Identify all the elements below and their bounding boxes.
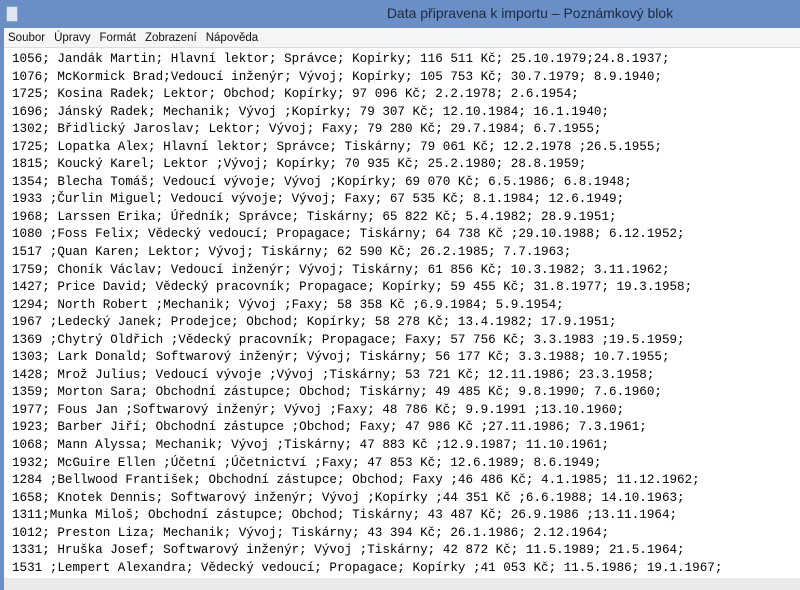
text-line: 1354; Blecha Tomáš; Vedoucí vývoje; Vývo… [12,174,632,189]
text-line: 1294; North Robert ;Mechanik; Vývoj ;Fax… [12,297,564,312]
text-editor[interactable]: 1056; Jandák Martin; Hlavní lektor; Sprá… [4,48,800,578]
text-line: 1080 ;Foss Felix; Vědecký vedoucí; Propa… [12,227,685,242]
text-line: 1932; McGuire Ellen ;Účetní ;Účetnictví … [12,455,602,470]
text-line: 1056; Jandák Martin; Hlavní lektor; Sprá… [12,52,670,66]
text-line: 1968; Larssen Erika; Úředník; Správce; T… [12,209,617,224]
text-line: 1658; Knotek Dennis; Softwarový inženýr;… [12,490,685,505]
text-line: 1428; Mrož Julius; Vedoucí vývoje ;Vývoj… [12,367,655,382]
menu-bar: Soubor Úpravy Formát Zobrazení Nápověda [4,28,800,48]
text-line: 1331; Hruška Josef; Softwarový inženýr; … [12,543,685,558]
text-line: 1076; McKormick Brad;Vedoucí inženýr; Vý… [12,69,662,84]
window-title: Data připravena k importu – Poznámkový b… [386,5,674,21]
text-content: 1056; Jandák Martin; Hlavní lektor; Sprá… [4,48,800,577]
text-line: 1531 ;Lempert Alexandra; Vědecký vedoucí… [12,560,723,575]
text-line: 1923; Barber Jiří; Obchodní zástupce ;Ob… [12,420,647,435]
text-line: 1012; Preston Liza; Mechanik; Vývoj; Tis… [12,525,610,540]
text-line: 1311;Munka Miloš; Obchodní zástupce; Obc… [12,508,678,523]
text-line: 1359; Morton Sara; Obchodní zástupce; Ob… [12,385,662,400]
text-line: 1933 ;Čurlin Miguel; Vedoucí vývoje; Výv… [12,192,625,207]
text-line: 1517 ;Quan Karen; Lektor; Vývoj; Tiskárn… [12,245,572,260]
text-line: 1369 ;Chytrý Oldřich ;Vědecký pracovník;… [12,332,685,347]
text-line: 1068; Mann Alyssa; Mechanik; Vývoj ;Tisk… [12,438,610,453]
text-line: 1977; Fous Jan ;Softwarový inženýr; Vývo… [12,402,625,417]
menu-upravy[interactable]: Úpravy [50,29,94,44]
menu-zobrazeni[interactable]: Zobrazení [141,29,201,44]
menu-soubor[interactable]: Soubor [4,29,49,44]
menu-format[interactable]: Formát [96,29,140,44]
text-line: 1759; Choník Václav; Vedoucí inženýr; Vý… [12,262,670,277]
text-line: 1696; Jánský Radek; Mechanik; Vývoj ;Kop… [12,104,610,119]
text-line: 1725; Lopatka Alex; Hlavní lektor; Správ… [12,139,662,154]
title-bar: Data připravena k importu – Poznámkový b… [0,0,800,28]
text-line: 1725; Kosina Radek; Lektor; Obchod; Kopí… [12,87,579,102]
text-line: 1302; Břidlický Jaroslav; Lektor; Vývoj;… [12,122,602,137]
horizontal-scrollbar[interactable] [4,578,800,590]
text-line: 1284 ;Bellwood František; Obchodní zástu… [12,473,700,488]
text-line: 1427; Price David; Vědecký pracovník; Pr… [12,280,693,295]
text-line: 1967 ;Ledecký Janek; Prodejce; Obchod; K… [12,315,617,330]
text-line: 1815; Koucký Karel; Lektor ;Vývoj; Kopír… [12,157,587,172]
text-line: 1303; Lark Donald; Softwarový inženýr; V… [12,350,670,365]
menu-napoveda[interactable]: Nápověda [202,29,262,44]
